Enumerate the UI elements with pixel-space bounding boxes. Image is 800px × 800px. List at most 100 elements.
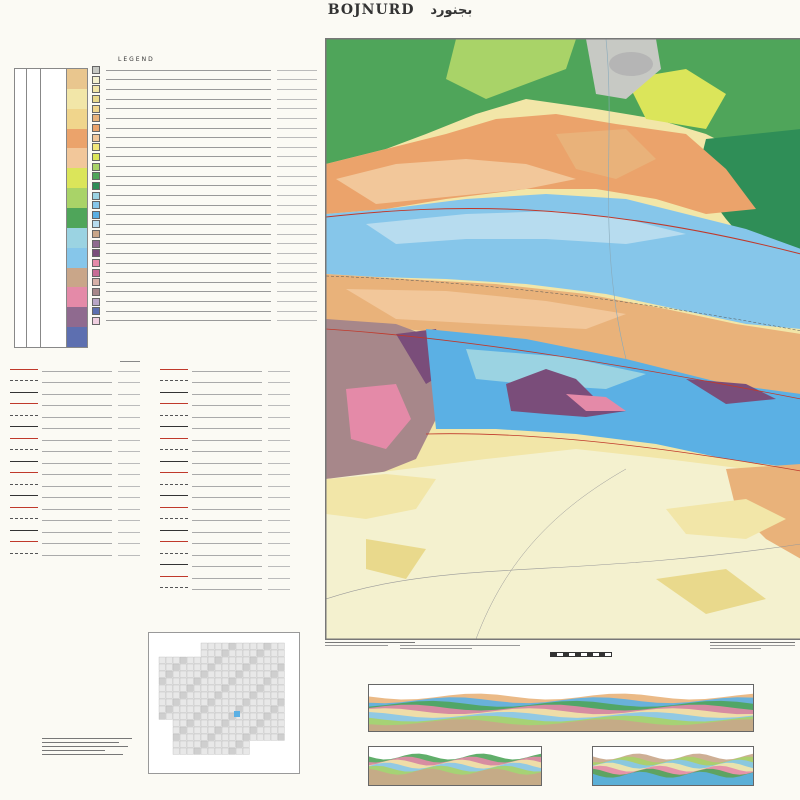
- legend-unit-text-fa: [277, 272, 317, 274]
- legend-swatch: [92, 124, 100, 133]
- symbol-item: [10, 424, 140, 434]
- index-sheet: [186, 705, 194, 713]
- symbol-label-fa: [268, 428, 290, 429]
- symbol-label-fa: [118, 393, 140, 395]
- legend-unit-text-fa: [277, 310, 317, 312]
- legend-swatch: [92, 307, 100, 316]
- index-sheet: [172, 698, 180, 706]
- index-sheet: [221, 670, 229, 678]
- index-sheet: [221, 733, 229, 741]
- legend-unit-text: [106, 127, 271, 129]
- index-sheet: [263, 712, 271, 720]
- index-sheet: [256, 726, 264, 734]
- index-sheet: [165, 712, 173, 720]
- symbol-item: [160, 401, 290, 411]
- index-sheet: [193, 698, 201, 706]
- symbol-label: [42, 393, 112, 395]
- index-sheet: [249, 691, 257, 699]
- unit-cell: [67, 307, 87, 329]
- cross-section-left: [368, 746, 542, 786]
- index-sheet: [263, 663, 271, 671]
- legend-unit-text-fa: [277, 262, 317, 264]
- legend-unit: [92, 95, 317, 104]
- index-sheet: [214, 677, 222, 685]
- symbol-item: [160, 573, 290, 583]
- index-sheet: [186, 733, 194, 741]
- index-sheet: [256, 691, 264, 699]
- legend-unit: [92, 143, 317, 152]
- index-sheet: [256, 705, 264, 713]
- unit-cell: [67, 327, 87, 347]
- legend-unit-text: [106, 166, 271, 168]
- index-sheet: [214, 747, 222, 755]
- symbol-glyph: [10, 506, 38, 512]
- index-sheet: [263, 656, 271, 664]
- symbol-label: [192, 589, 262, 590]
- index-sheet: [214, 740, 222, 748]
- symbol-glyph: [10, 449, 38, 454]
- index-sheet: [207, 663, 215, 671]
- symbol-item: [160, 412, 290, 422]
- symbol-label: [192, 416, 262, 418]
- index-sheet: [214, 663, 222, 671]
- symbol-label-fa: [268, 543, 290, 544]
- age-cell: [41, 88, 67, 110]
- symbol-label: [192, 439, 262, 441]
- index-sheet: [200, 677, 208, 685]
- symbol-item: [10, 481, 140, 491]
- index-sheet: [165, 705, 173, 713]
- legend-unit: [92, 259, 317, 267]
- index-sheet: [242, 684, 250, 692]
- symbol-glyph: [10, 483, 38, 489]
- legend-swatch: [92, 114, 100, 123]
- index-sheet: [186, 719, 194, 727]
- index-sheet: [270, 691, 278, 699]
- symbol-label: [42, 370, 112, 372]
- map-canvas: [326, 39, 800, 639]
- index-sheet: [158, 684, 166, 692]
- symbol-label-fa: [268, 520, 290, 521]
- age-column: [40, 68, 68, 348]
- symbol-item: [160, 562, 290, 572]
- index-sheet: [207, 691, 215, 699]
- symbols-column-2: [160, 366, 290, 596]
- legend-unit-text-fa: [277, 98, 317, 100]
- symbol-glyph: [160, 575, 188, 581]
- index-sheet: [249, 642, 257, 650]
- index-sheet: [214, 656, 222, 664]
- index-sheet: [186, 726, 194, 734]
- symbol-glyph: [160, 426, 188, 431]
- legend-unit-text: [106, 204, 271, 206]
- symbol-item: [10, 470, 140, 480]
- index-sheet: [207, 747, 215, 755]
- index-sheet: [207, 656, 215, 664]
- legend-unit: [92, 278, 317, 287]
- symbol-label: [192, 428, 262, 429]
- index-sheet: [242, 642, 250, 650]
- symbol-label-fa: [118, 520, 140, 521]
- index-sheet: [193, 684, 201, 692]
- symbol-glyph: [160, 506, 188, 512]
- legend-swatch: [92, 66, 100, 75]
- index-sheet: [242, 663, 250, 671]
- index-sheet: [186, 747, 194, 755]
- index-sheet: [235, 747, 243, 755]
- index-sheet: [214, 670, 222, 678]
- index-sheet: [242, 698, 250, 706]
- symbol-label-fa: [268, 508, 290, 510]
- index-sheet: [179, 656, 187, 664]
- index-sheet: [172, 705, 180, 713]
- index-sheet: [221, 649, 229, 657]
- age-cell: [41, 287, 67, 309]
- index-sheet: [214, 712, 222, 720]
- symbol-label: [192, 370, 262, 372]
- index-sheet: [214, 649, 222, 657]
- index-sheet: [256, 712, 264, 720]
- index-sheet: [165, 691, 173, 699]
- symbol-label: [42, 405, 112, 406]
- legend-unit-text-fa: [277, 281, 317, 283]
- index-sheet: [214, 642, 222, 650]
- index-sheet: [228, 642, 236, 650]
- symbol-label: [42, 508, 112, 510]
- geological-map[interactable]: [325, 38, 800, 640]
